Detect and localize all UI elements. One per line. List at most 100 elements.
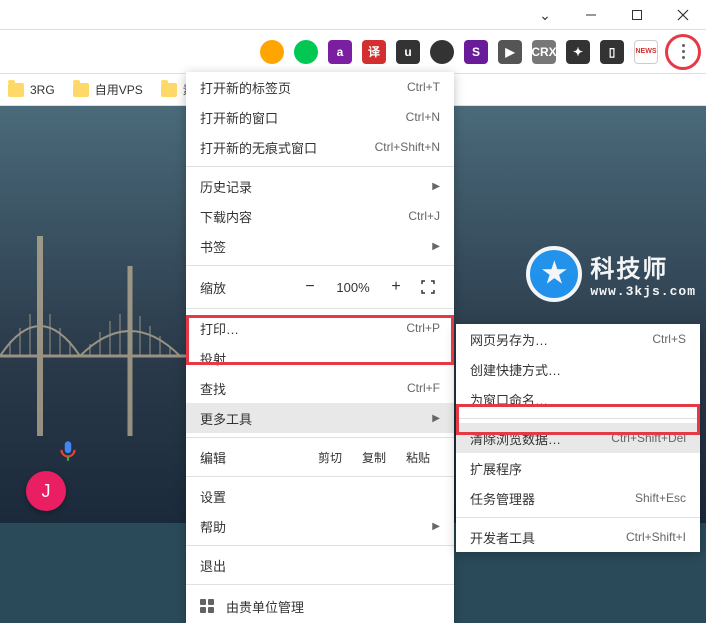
menu-item-label: 打开新的窗口 <box>200 108 406 127</box>
submenu-arrow-icon: ▶ <box>432 181 440 192</box>
menu-item-label: 网页另存为… <box>470 330 652 349</box>
submenu-arrow-icon: ▶ <box>432 521 440 532</box>
extension-icon[interactable]: u <box>396 40 420 64</box>
paste-button[interactable]: 粘贴 <box>396 449 440 466</box>
bookmark-folder[interactable]: 3RG <box>8 83 55 97</box>
folder-icon <box>8 83 24 97</box>
menu-shortcut: Ctrl+T <box>407 80 440 94</box>
menu-item[interactable]: 创建快捷方式… <box>456 354 700 384</box>
menu-shortcut: Shift+Esc <box>635 491 686 505</box>
menu-item[interactable]: 帮助 ▶ <box>186 511 454 541</box>
menu-item-label: 帮助 <box>200 517 426 536</box>
menu-item[interactable]: 书签 ▶ <box>186 231 454 261</box>
menu-item[interactable]: 设置 <box>186 481 454 511</box>
maximize-button[interactable] <box>614 0 660 30</box>
submenu-arrow-icon: ▶ <box>432 241 440 252</box>
menu-item[interactable]: 打开新的无痕式窗口Ctrl+Shift+N <box>186 132 454 162</box>
menu-separator <box>186 584 454 585</box>
extension-icon[interactable]: ▯ <box>600 40 624 64</box>
extension-icon[interactable] <box>294 40 318 64</box>
menu-item[interactable]: 清除浏览数据…Ctrl+Shift+Del <box>456 423 700 453</box>
menu-separator <box>186 437 454 438</box>
edit-controls: 编辑剪切复制粘贴 <box>186 442 454 472</box>
zoom-in-button[interactable]: + <box>384 275 408 299</box>
menu-item-label: 打印… <box>200 319 406 338</box>
chrome-menu-button[interactable] <box>668 37 698 67</box>
menu-item-label: 历史记录 <box>200 177 426 196</box>
menu-item-label: 为窗口命名… <box>470 390 686 409</box>
menu-shortcut: Ctrl+F <box>407 381 440 395</box>
managed-label: 由贵单位管理 <box>226 597 304 616</box>
menu-item[interactable]: 更多工具 ▶ <box>186 403 454 433</box>
menu-item-label: 更多工具 <box>200 409 426 428</box>
menu-item[interactable]: 查找Ctrl+F <box>186 373 454 403</box>
menu-shortcut: Ctrl+Shift+N <box>375 140 440 154</box>
menu-item-label: 打开新的无痕式窗口 <box>200 138 375 157</box>
menu-item-label: 开发者工具 <box>470 528 626 547</box>
menu-item[interactable]: 投射… <box>186 343 454 373</box>
extension-icon[interactable]: CRX <box>532 40 556 64</box>
menu-item-label: 书签 <box>200 237 426 256</box>
menu-item[interactable]: 下载内容Ctrl+J <box>186 201 454 231</box>
menu-shortcut: Ctrl+Shift+I <box>626 530 686 544</box>
menu-item-label: 下载内容 <box>200 207 408 226</box>
close-button[interactable] <box>660 0 706 30</box>
menu-item-label: 打开新的标签页 <box>200 78 407 97</box>
window-titlebar: ⌄ <box>0 0 706 30</box>
menu-separator <box>186 265 454 266</box>
menu-item-label: 创建快捷方式… <box>470 360 686 379</box>
menu-item-label: 清除浏览数据… <box>470 429 611 448</box>
submenu-arrow-icon: ▶ <box>432 413 440 424</box>
org-icon <box>200 599 214 613</box>
menu-item[interactable]: 打开新的标签页Ctrl+T <box>186 72 454 102</box>
menu-separator <box>186 545 454 546</box>
menu-item[interactable]: 为窗口命名… <box>456 384 700 414</box>
more-tools-submenu: 网页另存为…Ctrl+S创建快捷方式…为窗口命名…清除浏览数据…Ctrl+Shi… <box>456 324 700 552</box>
menu-shortcut: Ctrl+S <box>652 332 686 346</box>
folder-icon <box>73 83 89 97</box>
mic-icon[interactable] <box>55 438 81 464</box>
profile-avatar[interactable]: J <box>26 471 66 511</box>
menu-separator <box>186 308 454 309</box>
tab-dropdown-icon[interactable]: ⌄ <box>522 0 568 30</box>
fullscreen-button[interactable] <box>416 275 440 299</box>
menu-item[interactable]: 历史记录 ▶ <box>186 171 454 201</box>
extension-icon[interactable]: 译 <box>362 40 386 64</box>
site-watermark: 科技师 www.3kjs.com <box>526 246 696 302</box>
menu-item-label: 退出 <box>200 556 440 575</box>
menu-separator <box>456 418 700 419</box>
menu-separator <box>456 517 700 518</box>
bookmark-label: 自用VPS <box>95 81 143 98</box>
minimize-button[interactable] <box>568 0 614 30</box>
menu-item[interactable]: 打印…Ctrl+P <box>186 313 454 343</box>
folder-icon <box>161 83 177 97</box>
bookmark-label: 3RG <box>30 83 55 97</box>
menu-item[interactable]: 扩展程序 <box>456 453 700 483</box>
zoom-out-button[interactable]: − <box>298 275 322 299</box>
menu-shortcut: Ctrl+P <box>406 321 440 335</box>
managed-by-org[interactable]: 由贵单位管理 <box>186 589 454 623</box>
menu-separator <box>186 166 454 167</box>
menu-item[interactable]: 退出 <box>186 550 454 580</box>
extension-icon[interactable]: ▶ <box>498 40 522 64</box>
menu-item[interactable]: 网页另存为…Ctrl+S <box>456 324 700 354</box>
zoom-controls: 缩放−100%+ <box>186 270 454 304</box>
extension-icon[interactable]: NEWS <box>634 40 658 64</box>
copy-button[interactable]: 复制 <box>352 449 396 466</box>
cut-button[interactable]: 剪切 <box>308 449 352 466</box>
menu-separator <box>186 476 454 477</box>
extension-icon[interactable] <box>260 40 284 64</box>
menu-shortcut: Ctrl+J <box>408 209 440 223</box>
menu-item-label: 设置 <box>200 487 440 506</box>
bookmark-folder[interactable]: 自用VPS <box>73 81 143 98</box>
menu-item[interactable]: 任务管理器Shift+Esc <box>456 483 700 513</box>
extension-icon[interactable]: a <box>328 40 352 64</box>
menu-item-label: 投射… <box>200 349 440 368</box>
menu-item[interactable]: 打开新的窗口Ctrl+N <box>186 102 454 132</box>
menu-item[interactable]: 开发者工具Ctrl+Shift+I <box>456 522 700 552</box>
menu-shortcut: Ctrl+Shift+Del <box>611 431 686 445</box>
extension-icon[interactable]: S <box>464 40 488 64</box>
extensions-toolbar: a译u S ▶ CRX ✦ ▯ NEWS <box>0 30 706 74</box>
extension-icon[interactable]: ✦ <box>566 40 590 64</box>
extension-icon[interactable] <box>430 40 454 64</box>
